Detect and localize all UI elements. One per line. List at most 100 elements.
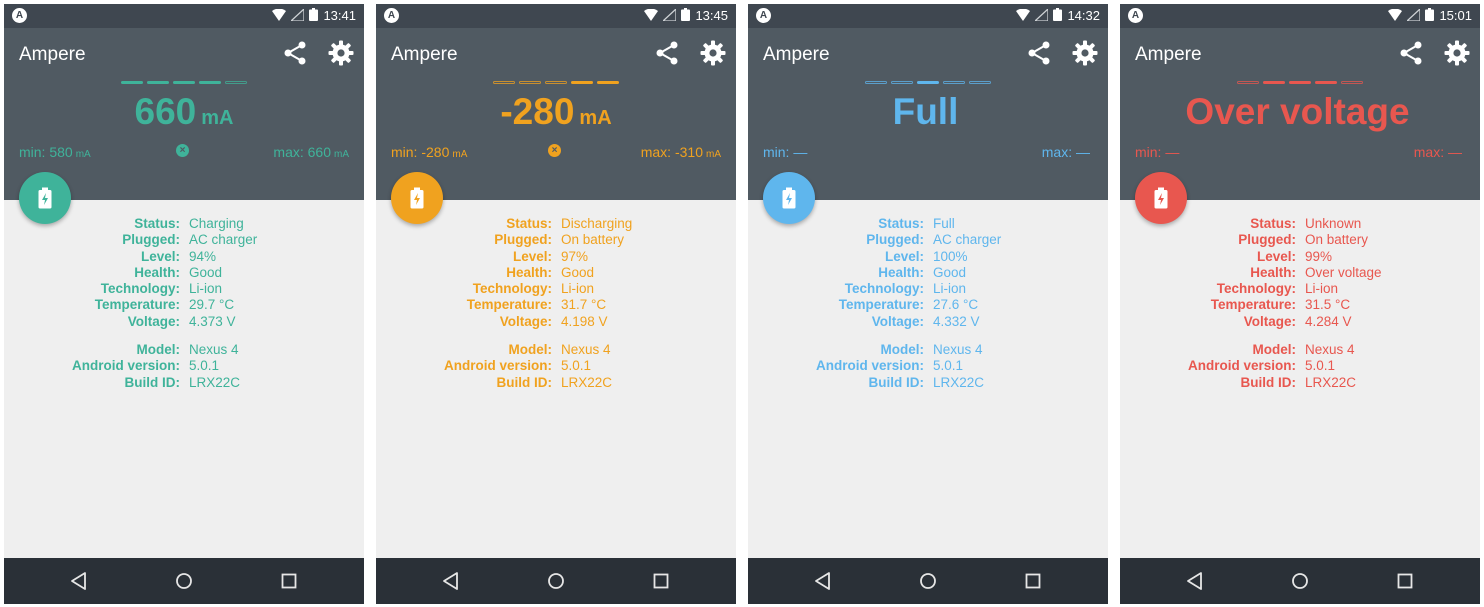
device-row: Model: Nexus 4 bbox=[4, 342, 364, 358]
info-row: Health: Over voltage bbox=[1120, 265, 1480, 281]
phone-screen: A 13:45 Ampere -280 mA min: -280 mA max: -310 mA… bbox=[376, 4, 736, 604]
info-value: 100% bbox=[933, 248, 968, 264]
min-value: — bbox=[793, 144, 808, 160]
battery-info-list: Status: Full Plugged: AC charger Level: 100% H… bbox=[748, 216, 1108, 391]
min-label: min: bbox=[19, 144, 46, 160]
device-row: Model: Nexus 4 bbox=[748, 342, 1108, 358]
level-segment bbox=[493, 81, 515, 84]
reset-minmax-icon[interactable]: × bbox=[548, 144, 561, 157]
info-label: Plugged: bbox=[866, 232, 924, 248]
battery-info-list: Status: Unknown Plugged: On battery Level: 99… bbox=[1120, 216, 1480, 391]
settings-gear-icon[interactable] bbox=[1444, 40, 1470, 66]
home-icon[interactable] bbox=[1289, 570, 1311, 592]
device-label: Build ID: bbox=[496, 374, 553, 390]
home-icon[interactable] bbox=[173, 570, 195, 592]
max-label: max: bbox=[1413, 144, 1445, 160]
info-label: Temperature: bbox=[94, 297, 180, 313]
info-label: Plugged: bbox=[494, 232, 552, 248]
current-unit: mA bbox=[579, 107, 612, 129]
back-icon[interactable] bbox=[1184, 570, 1206, 592]
share-icon[interactable] bbox=[282, 40, 308, 66]
app-title: Ampere bbox=[1135, 44, 1202, 65]
max-unit: mA bbox=[706, 149, 721, 160]
info-label: Level: bbox=[884, 248, 924, 264]
back-icon[interactable] bbox=[440, 570, 462, 592]
level-segment bbox=[1289, 81, 1311, 84]
settings-gear-icon[interactable] bbox=[700, 40, 726, 66]
level-segment bbox=[147, 81, 169, 84]
device-value: 5.0.1 bbox=[561, 358, 592, 374]
level-segment bbox=[597, 81, 619, 84]
share-icon[interactable] bbox=[1398, 40, 1424, 66]
min-value: 580 bbox=[49, 144, 73, 160]
device-value: 5.0.1 bbox=[1305, 358, 1336, 374]
wifi-icon bbox=[272, 8, 287, 24]
info-value: On battery bbox=[561, 232, 625, 248]
current-reading: -280 mA bbox=[376, 91, 736, 133]
info-value: Discharging bbox=[561, 216, 633, 231]
info-row: Technology: Li-ion bbox=[376, 281, 736, 297]
info-row: Technology: Li-ion bbox=[748, 281, 1108, 297]
current-value: Over voltage bbox=[1185, 91, 1410, 132]
reset-minmax-icon[interactable]: × bbox=[176, 144, 189, 157]
device-value: LRX22C bbox=[189, 374, 241, 390]
info-row: Plugged: AC charger bbox=[4, 232, 364, 248]
device-row: Model: Nexus 4 bbox=[376, 342, 736, 358]
device-row: Android version: 5.0.1 bbox=[748, 358, 1108, 374]
device-label: Android version: bbox=[1187, 358, 1296, 374]
min-value: -280 bbox=[421, 144, 450, 160]
header-panel: Ampere Over voltage min: — max: — bbox=[1120, 28, 1480, 200]
wifi-icon bbox=[644, 8, 659, 24]
phone-screen: A 15:01 Ampere Over voltage min: — max: — Stat… bbox=[1120, 4, 1480, 604]
device-value: LRX22C bbox=[1305, 374, 1357, 390]
level-segment bbox=[865, 81, 887, 84]
status-bar: A 13:45 bbox=[376, 4, 736, 28]
info-row: Status: Charging bbox=[4, 216, 364, 232]
device-label: Build ID: bbox=[868, 374, 925, 390]
device-value: 5.0.1 bbox=[933, 358, 964, 374]
home-icon[interactable] bbox=[917, 570, 939, 592]
home-icon[interactable] bbox=[545, 570, 567, 592]
app-title: Ampere bbox=[391, 44, 458, 65]
info-label: Plugged: bbox=[1238, 232, 1296, 248]
settings-gear-icon[interactable] bbox=[1072, 40, 1098, 66]
share-icon[interactable] bbox=[654, 40, 680, 66]
device-row: Build ID: LRX22C bbox=[4, 375, 364, 391]
min-unit: mA bbox=[75, 149, 91, 160]
device-label: Model: bbox=[1252, 342, 1297, 358]
share-icon[interactable] bbox=[1026, 40, 1052, 66]
info-value: 27.6 °C bbox=[933, 297, 979, 313]
device-row: Build ID: LRX22C bbox=[748, 375, 1108, 391]
current-reading: Over voltage bbox=[1120, 91, 1480, 133]
info-divider bbox=[4, 330, 364, 342]
back-icon[interactable] bbox=[68, 570, 90, 592]
info-row: Temperature: 27.6 °C bbox=[748, 297, 1108, 313]
recents-icon[interactable] bbox=[650, 570, 672, 592]
settings-gear-icon[interactable] bbox=[328, 40, 354, 66]
info-value: Charging bbox=[189, 216, 244, 231]
battery-icon bbox=[1053, 8, 1063, 24]
info-value: 31.7 °C bbox=[561, 297, 607, 313]
info-value: 4.284 V bbox=[1305, 313, 1352, 329]
device-value: LRX22C bbox=[561, 374, 613, 390]
level-segment bbox=[545, 81, 567, 84]
navigation-bar bbox=[376, 558, 736, 604]
status-icons: 13:45 bbox=[644, 7, 728, 24]
recents-icon[interactable] bbox=[278, 570, 300, 592]
info-value: Good bbox=[189, 264, 223, 280]
recents-icon[interactable] bbox=[1022, 570, 1044, 592]
info-row: Plugged: On battery bbox=[376, 232, 736, 248]
status-bar: A 13:41 bbox=[4, 4, 364, 28]
recents-icon[interactable] bbox=[1394, 570, 1416, 592]
info-row: Level: 100% bbox=[748, 249, 1108, 265]
max-value: — bbox=[1448, 144, 1462, 160]
level-segment bbox=[891, 81, 913, 84]
level-segment bbox=[943, 81, 965, 84]
max-reading: max: — bbox=[1042, 144, 1093, 160]
max-value: — bbox=[1076, 144, 1090, 160]
device-label: Build ID: bbox=[124, 374, 181, 390]
level-segment bbox=[571, 81, 593, 84]
current-value: 660 bbox=[134, 91, 197, 132]
device-row: Build ID: LRX22C bbox=[376, 375, 736, 391]
back-icon[interactable] bbox=[812, 570, 834, 592]
